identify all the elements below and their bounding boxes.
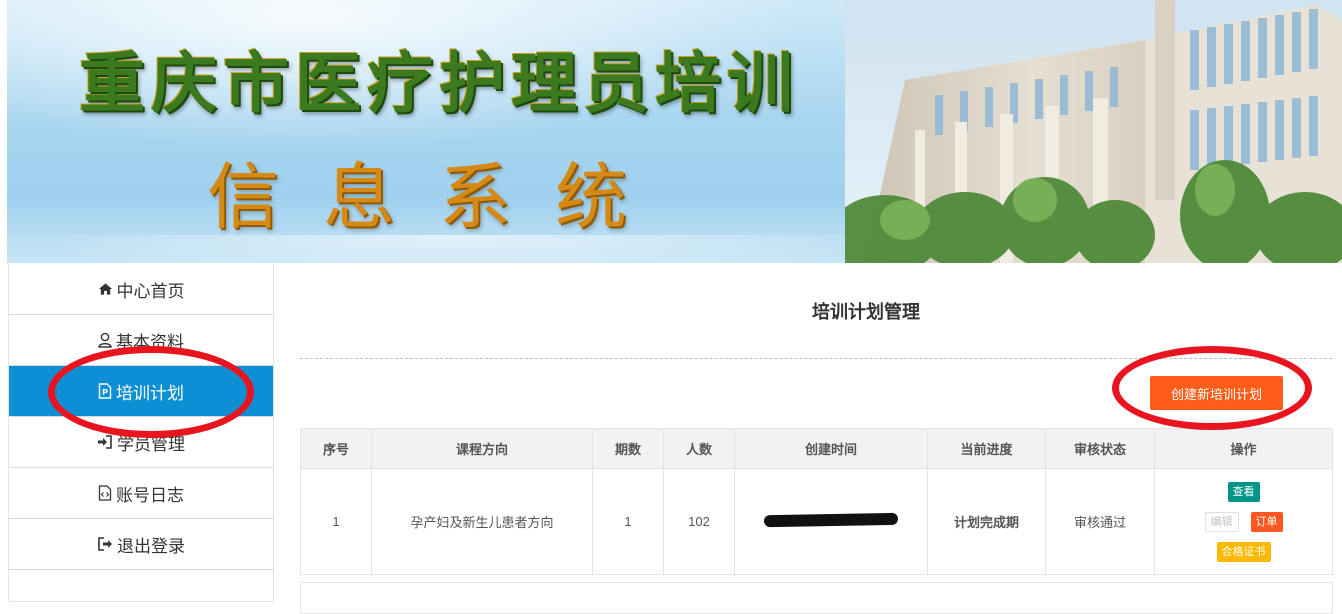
main-content: 培训计划管理 创建新培训计划 序号 课程方向 期数 人数 创建时间 当前进度 审… <box>280 264 1342 614</box>
sidebar-item-home[interactable]: 中心首页 <box>9 264 273 315</box>
user-icon <box>98 332 112 348</box>
dashed-divider <box>300 358 1332 359</box>
action-group: 查看 编辑 订单 合格证书 <box>1156 481 1331 562</box>
cell-actions: 查看 编辑 订单 合格证书 <box>1154 468 1333 575</box>
sidebar-item-label: 退出登录 <box>117 536 185 556</box>
sidebar-item-profile[interactable]: 基本资料 <box>9 315 273 366</box>
sidebar-item-label: 培训计划 <box>116 383 184 403</box>
sidebar-item-label: 学员管理 <box>117 434 185 454</box>
edit-button[interactable]: 编辑 <box>1204 511 1239 532</box>
training-plan-table: 序号 课程方向 期数 人数 创建时间 当前进度 审核状态 操作 1 孕产妇及新生… <box>300 428 1333 575</box>
banner-title: 重庆市医疗护理员培训 <box>79 45 799 122</box>
banner-subtitle: 信息系统 <box>207 155 672 239</box>
header-audit: 审核状态 <box>1045 428 1155 469</box>
create-training-plan-button[interactable]: 创建新培训计划 <box>1150 376 1283 410</box>
document-icon: P <box>98 383 112 399</box>
sidebar-nav: 中心首页 基本资料 P 培训计划 学员管理 账号日志 退出登录 <box>8 264 274 602</box>
cell-period: 1 <box>592 468 664 575</box>
sidebar-item-label: 中心首页 <box>116 281 185 301</box>
sidebar-item-students[interactable]: 学员管理 <box>9 417 273 468</box>
order-button[interactable]: 订单 <box>1250 511 1283 532</box>
cell-course: 孕产妇及新生儿患者方向 <box>371 468 593 575</box>
header-progress: 当前进度 <box>927 428 1046 469</box>
header-course: 课程方向 <box>371 428 593 469</box>
table-header-row: 序号 课程方向 期数 人数 创建时间 当前进度 审核状态 操作 <box>300 428 1333 469</box>
header-count: 人数 <box>663 428 735 469</box>
home-icon <box>98 282 113 296</box>
action-row: 编辑 订单 <box>1204 511 1283 532</box>
redaction-mark <box>763 512 899 528</box>
cell-audit: 审核通过 <box>1045 468 1155 575</box>
pagination-area <box>300 582 1333 614</box>
cell-progress: 计划完成期 <box>927 468 1046 575</box>
sidebar-item-logout[interactable]: 退出登录 <box>9 519 273 570</box>
building-illustration <box>845 0 1342 263</box>
view-button[interactable]: 查看 <box>1227 481 1260 502</box>
header-banner: 重庆市医疗护理员培训 信息系统 <box>7 0 1342 263</box>
table-row: 1 孕产妇及新生儿患者方向 1 102 计划完成期 审核通过 查看 编辑 订单 <box>300 468 1333 575</box>
page-title: 培训计划管理 <box>812 302 920 322</box>
sign-in-icon <box>97 435 113 449</box>
cell-created <box>734 468 928 575</box>
certificate-button[interactable]: 合格证书 <box>1216 541 1271 562</box>
sidebar-item-training-plan[interactable]: P 培训计划 <box>9 366 273 417</box>
cell-count: 102 <box>663 468 735 575</box>
svg-text:P: P <box>102 388 108 397</box>
sidebar-item-label: 账号日志 <box>116 485 184 505</box>
header-period: 期数 <box>592 428 664 469</box>
sidebar-item-label: 基本资料 <box>116 332 184 352</box>
header-actions: 操作 <box>1154 428 1333 469</box>
header-created: 创建时间 <box>734 428 928 469</box>
header-index: 序号 <box>300 428 372 469</box>
sign-out-icon <box>97 537 113 551</box>
code-file-icon <box>98 485 112 501</box>
cell-index: 1 <box>300 468 372 575</box>
sidebar-item-account-log[interactable]: 账号日志 <box>9 468 273 519</box>
